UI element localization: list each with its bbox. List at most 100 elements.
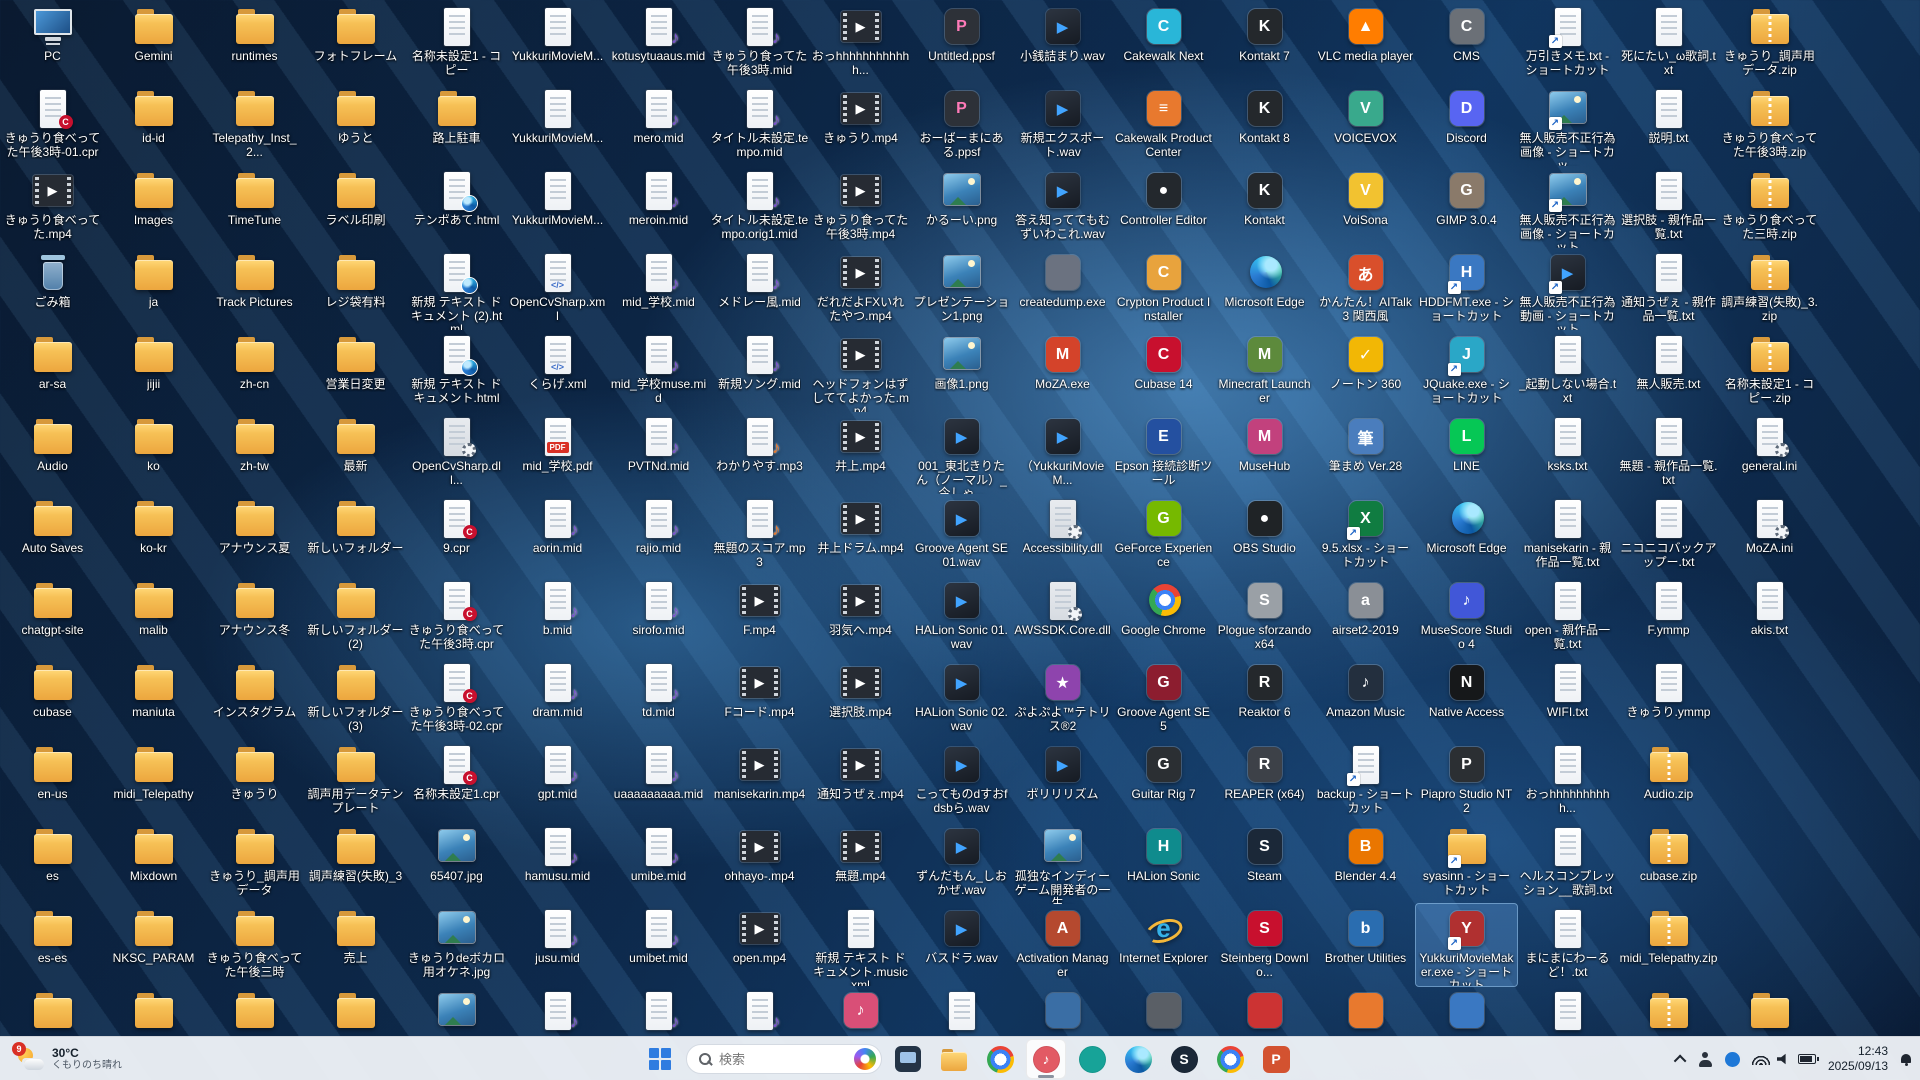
desktop-icon[interactable]: manisekarin - 親作品一覧.txt — [1517, 494, 1618, 576]
desktop-icon[interactable]: P Untitled.ppsf — [911, 2, 1012, 84]
desktop-icon[interactable]: ✓ ノートン 360 — [1315, 330, 1416, 412]
desktop-icon[interactable]: Images — [103, 166, 204, 248]
desktop-icon[interactable]: K Kontakt — [1214, 166, 1315, 248]
weather-widget[interactable]: 9 30°C くもりのち晴れ — [6, 1037, 132, 1080]
desktop-icon[interactable]: ▶ ↗ 無人販売不正行為動画 - ショートカット — [1517, 248, 1618, 330]
clock[interactable]: 12:43 2025/09/13 — [1828, 1044, 1888, 1074]
desktop-icon[interactable]: きゅうり — [204, 740, 305, 822]
desktop-icon[interactable]: G GeForce Experience — [1113, 494, 1214, 576]
desktop-icon[interactable]: ♪ タイトル未設定.tempo.mid — [709, 84, 810, 166]
desktop-icon[interactable]: 筆筆まめ Ver.28 — [1315, 412, 1416, 494]
desktop-icon[interactable]: 通知うぜぇ - 親作品一覧.txt — [1618, 248, 1719, 330]
desktop-icon[interactable]: </> くらげ.xml — [507, 330, 608, 412]
desktop-icon[interactable]: ♪ mid_学校.mid — [608, 248, 709, 330]
desktop-icon[interactable]: J ↗ JQuake.exe - ショートカット — [1416, 330, 1517, 412]
desktop-icon[interactable]: Accessibility.dll — [1012, 494, 1113, 576]
desktop-icon[interactable]: C Crypton Product Installer — [1113, 248, 1214, 330]
desktop-icon[interactable]: 画像1.png — [911, 330, 1012, 412]
desktop-icon[interactable]: F.ymmp — [1618, 576, 1719, 658]
desktop-icon[interactable]: まにまにわーるど！.txt — [1517, 904, 1618, 986]
desktop-icon[interactable]: YukkuriMovieM... — [507, 2, 608, 84]
desktop-icon[interactable]: B Blender 4.4 — [1315, 822, 1416, 904]
desktop-icon[interactable]: ▶ バスドラ.wav — [911, 904, 1012, 986]
desktop-icon[interactable]: C きゅうり食べってた午後3時-01.cpr — [2, 84, 103, 166]
desktop-icon[interactable]: ♪ kotusytuaaus.mid — [608, 2, 709, 84]
desktop-icon[interactable]: M MuseHub — [1214, 412, 1315, 494]
desktop-icon[interactable]: ♪ mid_学校muse.mid — [608, 330, 709, 412]
desktop-icon[interactable]: ▶ manisekarin.mp4 — [709, 740, 810, 822]
desktop-icon[interactable]: ♪ gpt.mid — [507, 740, 608, 822]
desktop-icon[interactable]: cubase — [2, 658, 103, 740]
desktop-icon[interactable]: ▶ だれだよFXいれたやつ.mp4 — [810, 248, 911, 330]
desktop-icon[interactable]: ▶ 無題.mp4 — [810, 822, 911, 904]
desktop-icon[interactable]: jijii — [103, 330, 204, 412]
desktop-icon[interactable]: ♪ きゅうり食ってた午後3時.mid — [709, 2, 810, 84]
desktop-icon[interactable]: createdump.exe — [1012, 248, 1113, 330]
desktop-icon[interactable]: </> OpenCvSharp.xml — [507, 248, 608, 330]
desktop-icon[interactable]: ♪ aorin.mid — [507, 494, 608, 576]
desktop-icon[interactable]: ♪ わかりやす.mp3 — [709, 412, 810, 494]
desktop-icon[interactable]: P Piapro Studio NT2 — [1416, 740, 1517, 822]
desktop-icon[interactable]: ▶ 新規エクスポート.wav — [1012, 84, 1113, 166]
desktop-icon[interactable]: ▶ ohhayo-.mp4 — [709, 822, 810, 904]
desktop-icon[interactable]: ♪ hamusu.mid — [507, 822, 608, 904]
desktop-icon[interactable]: Auto Saves — [2, 494, 103, 576]
desktop-icon[interactable]: en-us — [2, 740, 103, 822]
desktop-icon[interactable]: V VoiSona — [1315, 166, 1416, 248]
desktop-icon[interactable]: Audio.zip — [1618, 740, 1719, 822]
desktop-icon[interactable]: ▶ 通知うぜぇ.mp4 — [810, 740, 911, 822]
desktop-icon[interactable]: e Internet Explorer — [1113, 904, 1214, 986]
desktop-icon[interactable]: ▶ open.mp4 — [709, 904, 810, 986]
desktop-icon[interactable]: ▶ Fコード.mp4 — [709, 658, 810, 740]
desktop-icon[interactable]: Gemini — [103, 2, 204, 84]
desktop-icon[interactable]: ▶ （YukkuriMovieM... — [1012, 412, 1113, 494]
desktop-icon[interactable]: ↗ backup - ショートカット — [1315, 740, 1416, 822]
desktop-icon[interactable]: ♪ umibet.mid — [608, 904, 709, 986]
desktop-icon[interactable]: きゅうり_調声用データ — [204, 822, 305, 904]
desktop-icon[interactable]: ▶ きゅうり.mp4 — [810, 84, 911, 166]
desktop-icon[interactable]: S Steam — [1214, 822, 1315, 904]
desktop-icon[interactable]: ● OBS Studio — [1214, 494, 1315, 576]
desktop-icon[interactable]: runtimes — [204, 2, 305, 84]
desktop-icon[interactable]: ♪ b.mid — [507, 576, 608, 658]
desktop-icon[interactable]: P おーばーまにある.ppsf — [911, 84, 1012, 166]
desktop-icon[interactable]: R REAPER (x64) — [1214, 740, 1315, 822]
desktop-icon[interactable]: MoZA.ini — [1719, 494, 1820, 576]
desktop-icon[interactable]: NKSC_PARAM — [103, 904, 204, 986]
taskbar-app-task-view[interactable] — [888, 1039, 928, 1079]
desktop-icon[interactable]: 売上 — [305, 904, 406, 986]
desktop-icon[interactable]: X ↗ 9.5.xlsx - ショートカット — [1315, 494, 1416, 576]
notification-bell-icon[interactable] — [1900, 1053, 1912, 1066]
desktop-icon[interactable]: ♪ mero.mid — [608, 84, 709, 166]
desktop-icon[interactable]: ▶ おっhhhhhhhhhhhh... — [810, 2, 911, 84]
desktop-icon[interactable]: ラベル印刷 — [305, 166, 406, 248]
tray-people-icon[interactable] — [1698, 1051, 1713, 1067]
desktop-icon[interactable]: cubase.zip — [1618, 822, 1719, 904]
desktop-icon[interactable]: ヘルスコンプレッション__歌詞.txt — [1517, 822, 1618, 904]
desktop-icon[interactable]: 死にたい_ω歌詞.txt — [1618, 2, 1719, 84]
desktop-icon[interactable]: A Activation Manager — [1012, 904, 1113, 986]
desktop-icon[interactable]: 新規 テキスト ドキュメント.html — [406, 330, 507, 412]
desktop-icon[interactable]: ♪ PVTNd.mid — [608, 412, 709, 494]
desktop-icon[interactable]: ▶ 小銭詰まり.wav — [1012, 2, 1113, 84]
desktop-icon[interactable]: OpenCvSharp.dll... — [406, 412, 507, 494]
desktop-icon[interactable]: ♪ umibe.mid — [608, 822, 709, 904]
desktop-icon[interactable]: ▶ 001_東北きりたん（ノーマル）_今しゃ... — [911, 412, 1012, 494]
desktop-icon[interactable]: ▶ きゅうり食ってた午後3時.mp4 — [810, 166, 911, 248]
desktop-icon[interactable]: C きゅうり食べってた午後3時-02.cpr — [406, 658, 507, 740]
desktop-icon[interactable]: Microsoft Edge — [1214, 248, 1315, 330]
desktop-icon[interactable]: ja — [103, 248, 204, 330]
desktop-icon[interactable]: midi_Telepathy.zip — [1618, 904, 1719, 986]
search-box[interactable] — [686, 1044, 882, 1074]
desktop-icon[interactable]: あかんたん！AITalk 3 関西風 — [1315, 248, 1416, 330]
desktop-icon[interactable]: ♪ タイトル未設定.tempo.orig1.mid — [709, 166, 810, 248]
desktop-icon[interactable]: 説明.txt — [1618, 84, 1719, 166]
desktop-icon[interactable]: ● Controller Editor — [1113, 166, 1214, 248]
tray-blue-app-icon[interactable] — [1724, 1051, 1740, 1067]
taskbar-app-google-chrome[interactable] — [980, 1039, 1020, 1079]
desktop-icon[interactable]: Microsoft Edge — [1416, 494, 1517, 576]
desktop-icon[interactable]: ♪ jusu.mid — [507, 904, 608, 986]
desktop-icon[interactable]: C CMS — [1416, 2, 1517, 84]
desktop-icon[interactable]: E Epson 接続診断ツール — [1113, 412, 1214, 494]
desktop-icon[interactable]: きゅうり食べってた午後三時 — [204, 904, 305, 986]
